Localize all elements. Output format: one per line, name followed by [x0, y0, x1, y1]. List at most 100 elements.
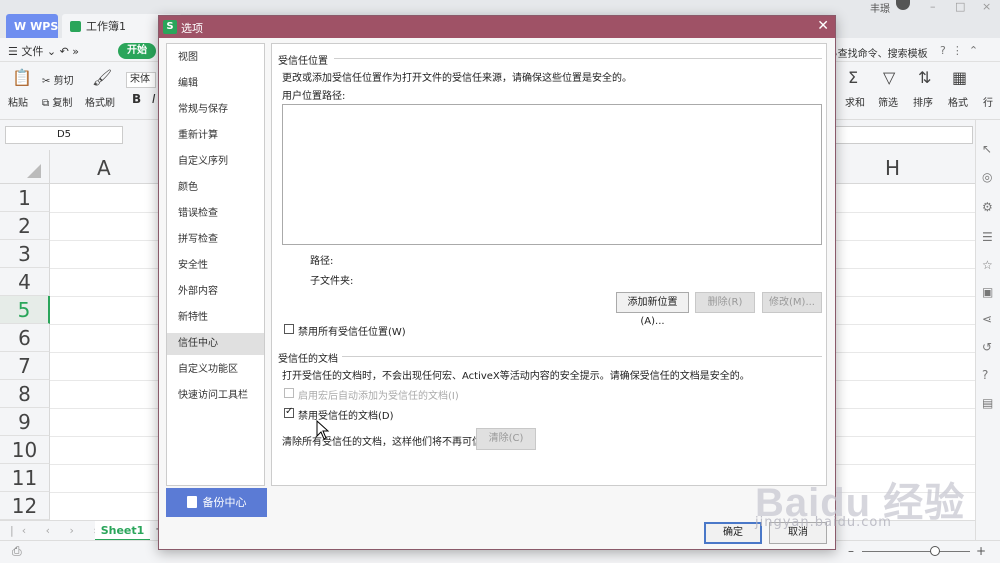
row-header[interactable]: 8	[0, 380, 50, 408]
name-box[interactable]: D5	[5, 126, 123, 144]
row-header[interactable]: 2	[0, 212, 50, 240]
ok-button[interactable]: 确定	[704, 522, 762, 544]
nav-item-recalculate[interactable]: 重新计算	[167, 125, 264, 147]
shapes-icon[interactable]: ◎	[982, 170, 992, 184]
nav-item-custom-ribbon[interactable]: 自定义功能区	[167, 359, 264, 381]
section-divider	[334, 58, 822, 59]
row-header[interactable]: 4	[0, 268, 50, 296]
format-icon[interactable]: ▦	[952, 68, 967, 87]
search-command[interactable]: ⌕查找命令、搜索模板	[832, 45, 928, 60]
user-path-label: 用户位置路径:	[282, 91, 346, 102]
nav-item-custom-lists[interactable]: 自定义序列	[167, 151, 264, 173]
close-window-icon[interactable]: ×	[982, 0, 991, 13]
nav-item-new-features[interactable]: 新特性	[167, 307, 264, 329]
tab-wps[interactable]: W WPS	[6, 14, 58, 38]
star-icon[interactable]: ☆	[982, 258, 993, 272]
add-location-button[interactable]: 添加新位置(A)...	[616, 292, 689, 327]
row-header[interactable]: 10	[0, 436, 50, 464]
maximize-icon[interactable]: □	[955, 0, 965, 13]
row-header[interactable]: 11	[0, 464, 50, 492]
modify-location-button[interactable]: 修改(M)...	[762, 292, 822, 313]
filter-button[interactable]: 筛选	[878, 94, 898, 109]
auto-add-trusted-label[interactable]: 启用宏后自动添加为受信任的文档(I)	[298, 387, 459, 402]
select-all-corner[interactable]	[0, 150, 50, 184]
row-header[interactable]: 7	[0, 352, 50, 380]
font-select[interactable]: 宋体	[126, 72, 156, 88]
nav-item-edit[interactable]: 编辑	[167, 73, 264, 95]
sort-icon[interactable]: ⇅	[918, 68, 931, 87]
help-circle-icon[interactable]: ?	[982, 368, 988, 382]
column-header-h[interactable]: H	[885, 156, 900, 180]
nav-item-quick-access-toolbar[interactable]: 快速访问工具栏	[167, 385, 264, 407]
nav-item-security[interactable]: 安全性	[167, 255, 264, 277]
sum-button[interactable]: 求和	[845, 94, 865, 109]
row-header[interactable]: 6	[0, 324, 50, 352]
format-painter-button[interactable]: 格式刷	[85, 94, 115, 109]
italic-button[interactable]: I	[152, 92, 156, 106]
dialog-title-bar: S 选项 ✕	[159, 16, 835, 38]
zoom-slider-handle[interactable]	[930, 546, 940, 556]
paste-button[interactable]: 粘贴	[8, 94, 28, 109]
nav-item-error-check[interactable]: 错误检查	[167, 203, 264, 225]
menu-start[interactable]: 开始	[118, 43, 156, 59]
menu-file[interactable]: ☰ 文件 ⌄ ↶ »	[8, 43, 79, 59]
trusted-locations-list[interactable]	[282, 104, 822, 245]
sum-icon[interactable]: Σ	[848, 68, 858, 87]
archive-icon[interactable]: ▣	[982, 285, 993, 299]
watermark-url: jingyan.baidu.com	[755, 515, 892, 530]
section-title-trusted-locations: 受信任位置	[278, 56, 328, 67]
row-header[interactable]: 9	[0, 408, 50, 436]
close-icon[interactable]: ✕	[817, 18, 829, 34]
nav-item-trust-center[interactable]: 信任中心	[167, 333, 264, 355]
nav-item-general-save[interactable]: 常规与保存	[167, 99, 264, 121]
cursor-tool-icon[interactable]: ↖	[982, 142, 992, 156]
side-toolbar: ↖ ◎ ⚙ ☰ ☆ ▣ ⋖ ↺ ? ▤	[975, 120, 1000, 540]
bold-button[interactable]: B	[132, 92, 141, 106]
backup-center-button[interactable]: 备份中心	[166, 488, 267, 517]
row-header-active[interactable]: 5	[0, 296, 50, 324]
trusted-locations-desc: 更改或添加受信任位置作为打开文件的受信任来源，请确保这些位置是安全的。	[282, 73, 632, 84]
cut-button[interactable]: ✂ 剪切	[42, 72, 74, 87]
row-header[interactable]: 1	[0, 184, 50, 212]
clear-trusted-button[interactable]: 清除(C)	[476, 428, 536, 450]
trusted-docs-desc: 打开受信任的文档时，不会出现任何宏、ActiveX等活动内容的安全提示。请确保受…	[282, 371, 750, 382]
nav-item-view[interactable]: 视图	[167, 47, 264, 69]
settings-icon[interactable]: ⚙	[982, 200, 993, 214]
row-header[interactable]: 3	[0, 240, 50, 268]
row-header[interactable]: 12	[0, 492, 50, 520]
row-col-button[interactable]: 行	[983, 94, 993, 109]
formula-input[interactable]	[835, 126, 973, 144]
share-icon[interactable]: ⋖	[982, 312, 992, 326]
format-painter-icon[interactable]: 🖌	[92, 68, 112, 87]
options-dialog: S 选项 ✕ 视图 编辑 常规与保存 重新计算 自定义序列 颜色 错误检查 拼写…	[158, 15, 836, 550]
auto-add-trusted-checkbox[interactable]	[284, 388, 294, 398]
nav-item-external-content[interactable]: 外部内容	[167, 281, 264, 303]
status-icon[interactable]: ⎙	[12, 544, 22, 559]
backup-icon	[186, 496, 197, 508]
filter-icon[interactable]: ▽	[883, 68, 895, 87]
nav-item-color[interactable]: 颜色	[167, 177, 264, 199]
paste-icon[interactable]: 📋	[12, 68, 32, 87]
sheet-tab-1[interactable]: Sheet1	[95, 521, 150, 541]
column-header-a[interactable]: A	[97, 156, 111, 180]
help-icon[interactable]: ?⋮⌃	[940, 44, 984, 57]
zoom-in-icon[interactable]: +	[976, 544, 986, 558]
remove-location-button[interactable]: 删除(R)	[695, 292, 755, 313]
disable-trusted-docs-label[interactable]: 禁用受信任的文档(D)	[298, 407, 394, 422]
disable-trusted-docs-checkbox[interactable]	[284, 406, 294, 418]
properties-icon[interactable]: ☰	[982, 230, 993, 244]
wps-logo-icon: S	[163, 20, 177, 34]
zoom-slider[interactable]	[862, 551, 970, 552]
history-icon[interactable]: ↺	[982, 340, 992, 354]
nav-item-spell-check[interactable]: 拼写检查	[167, 229, 264, 251]
copy-button[interactable]: ⧉ 复制	[42, 94, 72, 109]
copy-icon: ⧉	[42, 98, 53, 109]
minimize-icon[interactable]: –	[930, 0, 936, 13]
disable-all-locations-checkbox[interactable]	[284, 324, 294, 334]
avatar[interactable]	[896, 0, 910, 10]
disable-all-locations-label[interactable]: 禁用所有受信任位置(W)	[298, 323, 406, 338]
sort-button[interactable]: 排序	[913, 94, 933, 109]
zoom-out-icon[interactable]: –	[848, 544, 854, 558]
format-button[interactable]: 格式	[948, 94, 968, 109]
backup-icon[interactable]: ▤	[982, 396, 993, 410]
